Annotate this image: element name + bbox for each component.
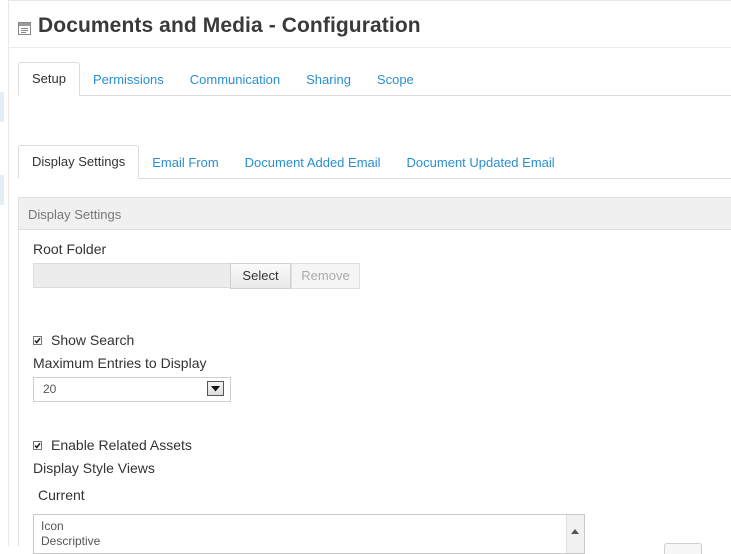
display-settings-panel-header[interactable]: Display Settings — [18, 197, 731, 230]
tab-setup[interactable]: Setup — [18, 62, 80, 96]
tab-scope[interactable]: Scope — [364, 63, 427, 96]
tab-communication[interactable]: Communication — [177, 63, 293, 96]
list-item[interactable]: Descriptive — [34, 534, 584, 549]
list-item[interactable]: Icon — [34, 519, 584, 534]
tab-permissions[interactable]: Permissions — [80, 63, 177, 96]
panel-border — [18, 230, 19, 546]
max-entries-label: Maximum Entries to Display — [33, 355, 207, 371]
tab-display-settings[interactable]: Display Settings — [18, 145, 140, 179]
root-folder-label: Root Folder — [33, 241, 107, 257]
dropdown-arrow-icon[interactable] — [207, 381, 224, 396]
title-divider — [9, 47, 731, 48]
checkbox-checked-icon[interactable] — [33, 440, 42, 450]
related-assets-label: Enable Related Assets — [51, 437, 192, 453]
max-entries-select[interactable]: 20 — [33, 377, 231, 402]
max-entries-value: 20 — [43, 382, 57, 396]
tab-document-updated-email[interactable]: Document Updated Email — [394, 146, 568, 179]
left-edge — [0, 0, 8, 546]
move-button[interactable] — [664, 543, 702, 554]
listbox-scrollbar[interactable] — [566, 515, 584, 553]
page-title: Documents and Media - Configuration — [38, 14, 421, 37]
frame-top-border — [8, 0, 731, 1]
display-style-views-label: Display Style Views — [33, 460, 155, 476]
portlet-config-icon — [18, 21, 31, 35]
scroll-up-arrow-icon[interactable] — [571, 521, 579, 539]
main-tabs: Setup Permissions Communication Sharing … — [18, 62, 731, 96]
current-label: Current — [38, 487, 85, 503]
tab-sharing[interactable]: Sharing — [293, 63, 364, 96]
sub-tabs: Display Settings Email From Document Add… — [18, 145, 731, 179]
current-views-listbox[interactable]: Icon Descriptive — [33, 514, 585, 554]
checkbox-checked-icon[interactable] — [33, 335, 42, 345]
title-bar: Documents and Media - Configuration — [18, 10, 421, 42]
tab-document-added-email[interactable]: Document Added Email — [232, 146, 394, 179]
root-folder-field — [33, 263, 230, 288]
remove-button[interactable]: Remove — [291, 263, 360, 289]
show-search-label: Show Search — [51, 332, 135, 348]
related-assets-row[interactable]: Enable Related Assets — [33, 437, 192, 453]
tab-email-from[interactable]: Email From — [139, 146, 231, 179]
select-button[interactable]: Select — [230, 263, 291, 289]
frame-border — [8, 0, 9, 546]
show-search-row[interactable]: Show Search — [33, 332, 134, 348]
